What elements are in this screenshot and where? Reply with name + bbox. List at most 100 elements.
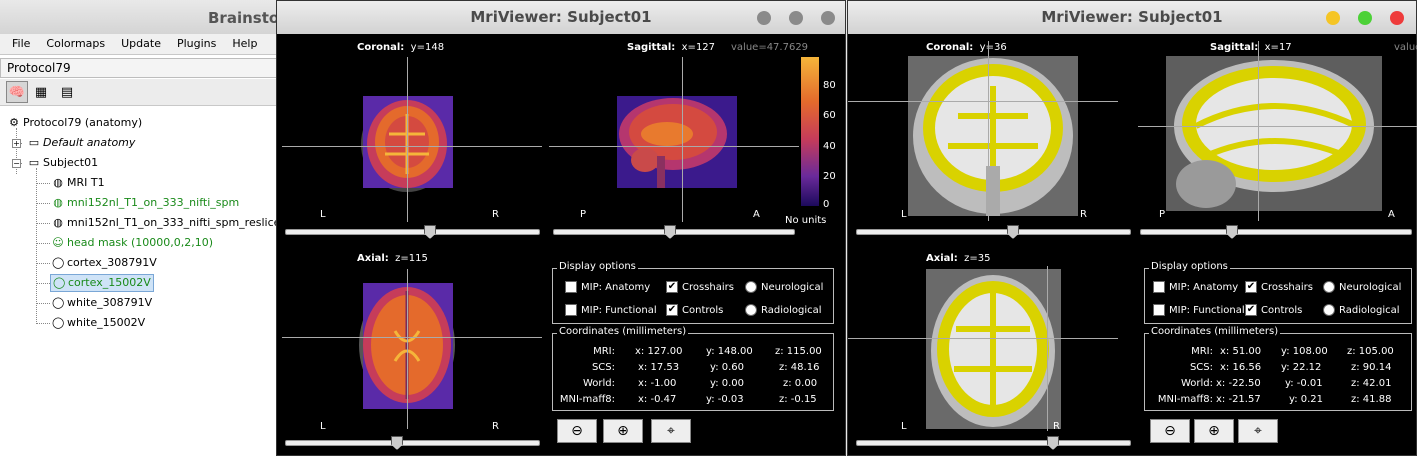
coordinates-panel: Coordinates (millimeters) MRI: x: 51.00 …	[1144, 326, 1412, 411]
close-button[interactable]	[1390, 11, 1404, 25]
neurological-radio[interactable]: Neurological	[1323, 281, 1401, 293]
surface-icon: ◯	[53, 276, 66, 289]
center-crosshair-button[interactable]: ⌖	[1238, 419, 1278, 443]
radiological-radio[interactable]: Radiological	[745, 304, 822, 316]
coord-x[interactable]: x: -21.57	[1216, 394, 1261, 405]
slider-thumb[interactable]	[424, 225, 436, 239]
tree-default-anatomy[interactable]: ▭ Default anatomy	[28, 134, 136, 152]
tree-subject[interactable]: ▭ Subject01	[28, 154, 98, 172]
coord-y[interactable]: y: 0.00	[710, 378, 744, 389]
tree-item[interactable]: ◯ white_308791V	[52, 294, 152, 312]
mip-anatomy-checkbox[interactable]: MIP: Anatomy	[565, 281, 650, 293]
sagittal-slice-image[interactable]	[1166, 56, 1382, 211]
coronal-slice-image[interactable]	[908, 56, 1078, 216]
coord-y[interactable]: y: 0.21	[1289, 394, 1323, 405]
zoom-out-button[interactable]: ⊖	[557, 419, 597, 443]
panel-title: Display options	[1149, 261, 1230, 272]
mip-anatomy-checkbox[interactable]: MIP: Anatomy	[1153, 281, 1238, 293]
slider-thumb[interactable]	[1047, 436, 1059, 450]
panel-title: Display options	[557, 261, 638, 272]
sagittal-slider[interactable]	[1140, 225, 1412, 239]
left-label: L	[320, 209, 326, 220]
coord-z[interactable]: z: 0.00	[783, 378, 817, 389]
coord-x[interactable]: x: 17.53	[638, 362, 679, 373]
maximize-button[interactable]	[789, 11, 803, 25]
tree-item-selected[interactable]: ◯ cortex_15002V	[50, 274, 154, 292]
crosshairs-checkbox[interactable]: ✔ Crosshairs	[1245, 281, 1313, 293]
minimize-button[interactable]	[757, 11, 771, 25]
tree-item[interactable]: ◯ cortex_308791V	[52, 254, 157, 272]
menu-plugins[interactable]: Plugins	[169, 34, 224, 54]
coord-y[interactable]: y: 22.12	[1281, 362, 1321, 373]
slider-thumb[interactable]	[391, 436, 403, 450]
coord-x[interactable]: x: 51.00	[1220, 346, 1261, 357]
coord-x[interactable]: x: 127.00	[635, 346, 682, 357]
zoom-in-button[interactable]: ⊕	[1194, 419, 1234, 443]
axial-slider[interactable]	[856, 436, 1131, 450]
crosshairs-checkbox[interactable]: ✔ Crosshairs	[666, 281, 734, 293]
expand-toggle[interactable]: +	[12, 139, 21, 148]
tree-item[interactable]: ◍ mni152nl_T1_on_333_nifti_spm_reslice	[52, 214, 280, 232]
zoom-out-button[interactable]: ⊖	[1150, 419, 1190, 443]
minimize-button[interactable]	[1326, 11, 1340, 25]
coord-z[interactable]: z: 41.88	[1351, 394, 1391, 405]
toolbar: 🧠 ▦ ▤	[0, 79, 278, 106]
coord-y[interactable]: y: -0.03	[706, 394, 744, 405]
coord-y[interactable]: y: -0.01	[1285, 378, 1323, 389]
slider-thumb[interactable]	[664, 225, 676, 239]
tree-item[interactable]: ◯ white_15002V	[52, 314, 145, 332]
slider-thumb[interactable]	[1226, 225, 1238, 239]
tree-item[interactable]: ☺ head mask (10000,0,2,10)	[52, 234, 213, 252]
center-crosshair-icon: ⌖	[1254, 423, 1262, 439]
axial-slider[interactable]	[285, 436, 540, 450]
functional-view-button[interactable]: ▦	[30, 81, 52, 103]
maximize-button[interactable]	[1358, 11, 1372, 25]
colorbar-tick: 80	[823, 80, 836, 91]
sagittal-slice-image[interactable]	[605, 94, 739, 194]
coord-z[interactable]: z: 105.00	[1347, 346, 1394, 357]
menu-file[interactable]: File	[4, 34, 38, 54]
colorbar-tick: 40	[823, 141, 836, 152]
tree-item[interactable]: ◍ mni152nl_T1_on_333_nifti_spm	[52, 194, 239, 212]
channel-view-button[interactable]: ▤	[56, 81, 78, 103]
anatomy-view-button[interactable]: 🧠	[6, 81, 28, 103]
coronal-slider[interactable]	[856, 225, 1131, 239]
coord-y[interactable]: y: 148.00	[706, 346, 753, 357]
coord-y[interactable]: y: 108.00	[1281, 346, 1328, 357]
coord-x[interactable]: x: 16.56	[1220, 362, 1261, 373]
tree-root[interactable]: ⚙ Protocol79 (anatomy)	[8, 114, 142, 132]
menu-help[interactable]: Help	[224, 34, 265, 54]
coord-z[interactable]: z: 48.16	[779, 362, 819, 373]
coordinates-panel: Coordinates (millimeters) MRI: x: 127.00…	[552, 326, 834, 411]
mip-functional-checkbox[interactable]: MIP: Functional	[565, 304, 657, 316]
radiological-radio[interactable]: Radiological	[1323, 304, 1400, 316]
menu-update[interactable]: Update	[113, 34, 169, 54]
coord-y[interactable]: y: 0.60	[710, 362, 744, 373]
coord-z[interactable]: z: 42.01	[1351, 378, 1391, 389]
surface-icon: ▤	[60, 84, 74, 100]
axial-label: Axial: z=35	[926, 253, 991, 264]
sagittal-slider[interactable]	[553, 225, 795, 239]
slider-thumb[interactable]	[1007, 225, 1019, 239]
coord-x[interactable]: x: -1.00	[638, 378, 676, 389]
coord-label: MRI:	[1191, 346, 1213, 357]
center-crosshair-button[interactable]: ⌖	[651, 419, 691, 443]
coord-x[interactable]: x: -0.47	[638, 394, 676, 405]
coord-x[interactable]: x: -22.50	[1216, 378, 1261, 389]
coord-z[interactable]: z: -0.15	[779, 394, 817, 405]
axial-slice-image[interactable]	[926, 269, 1061, 429]
tree-item[interactable]: ◍ MRI T1	[52, 174, 104, 192]
neurological-radio[interactable]: Neurological	[745, 281, 823, 293]
menu-colormaps[interactable]: Colormaps	[38, 34, 113, 54]
coord-z[interactable]: z: 90.14	[1351, 362, 1391, 373]
zoom-in-button[interactable]: ⊕	[603, 419, 643, 443]
coord-z[interactable]: z: 115.00	[775, 346, 822, 357]
controls-checkbox[interactable]: ✔ Controls	[666, 304, 723, 316]
controls-checkbox[interactable]: ✔ Controls	[1245, 304, 1302, 316]
mip-functional-checkbox[interactable]: MIP: Functional	[1153, 304, 1245, 316]
collapse-toggle[interactable]: −	[12, 159, 21, 168]
protocol-selector[interactable]: Protocol79	[0, 58, 278, 78]
coord-label: World:	[1180, 378, 1213, 389]
coronal-slider[interactable]	[285, 225, 540, 239]
close-button[interactable]	[821, 11, 835, 25]
